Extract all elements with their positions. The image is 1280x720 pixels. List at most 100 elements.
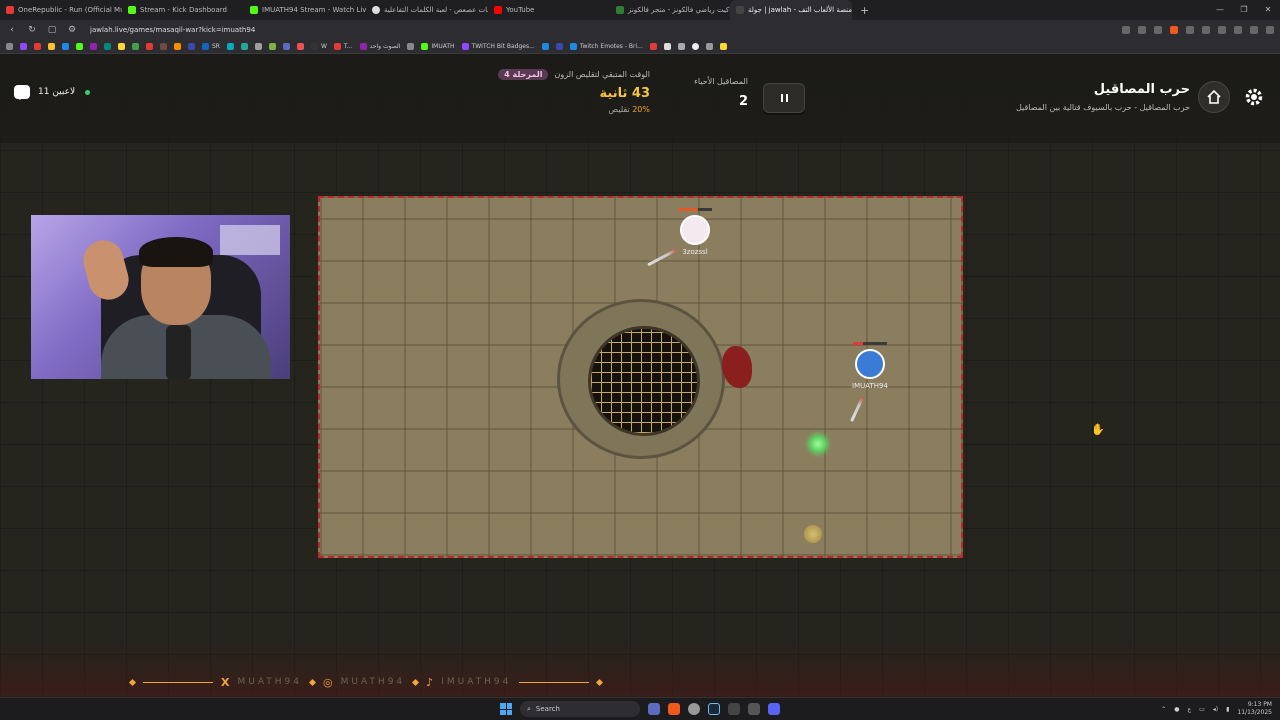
settings-button[interactable] — [1238, 81, 1270, 113]
bookmark-icon[interactable] — [90, 43, 97, 50]
shrink-info: 20% تقليص — [470, 105, 650, 114]
mic-tray-icon[interactable]: ● — [1174, 706, 1179, 713]
menu-icon[interactable] — [1266, 26, 1274, 34]
bookmark-icon[interactable] — [282, 43, 290, 50]
taskview-icon[interactable] — [648, 703, 660, 715]
reload-icon[interactable]: ↻ — [26, 25, 38, 35]
steam-app-icon[interactable] — [708, 703, 720, 715]
bookmark-icon[interactable] — [719, 43, 727, 50]
bookmark-icon[interactable] — [20, 43, 27, 50]
bookmark-icon[interactable] — [76, 43, 83, 50]
browser-tab[interactable]: كلمات عصعص - لعبة الكلمات التفاعلية — [366, 0, 488, 20]
bookmark-item[interactable]: IMUATH — [421, 43, 455, 50]
maximize-icon[interactable]: ❐ — [1232, 0, 1256, 20]
bookmark-icon[interactable] — [240, 43, 248, 50]
discord-app-icon[interactable] — [768, 703, 780, 715]
chevron-up-icon[interactable]: ⌃ — [1161, 706, 1166, 713]
bookmark-icon[interactable] — [555, 43, 563, 50]
stage-badge: المرحلة 4 — [498, 69, 549, 80]
bookmark-item[interactable]: Twitch Emotes - Bri... — [569, 43, 643, 50]
minimize-icon[interactable]: — — [1208, 0, 1232, 20]
browser-tab[interactable]: جاكيت رياضي فالكونز - متجر فالكونز — [610, 0, 730, 20]
browser-tab[interactable]: IMUATH94 Stream - Watch Live on — [244, 0, 366, 20]
bookmark-item[interactable]: SR — [202, 43, 220, 50]
bookmark-icon[interactable] — [104, 43, 111, 50]
bookmarks-bar: SR W T... الصوت واحد IMUATH TWITCH Bit B… — [0, 40, 1280, 54]
bookmark-icon — [421, 43, 429, 50]
taskbar-search[interactable]: ⌕ Search — [520, 701, 640, 717]
bookmark-icon[interactable] — [691, 43, 699, 50]
pause-button[interactable] — [763, 83, 805, 113]
bookmark-item[interactable]: T... — [333, 43, 353, 50]
close-window-icon[interactable]: ✕ — [1256, 0, 1280, 20]
battery-icon[interactable]: ▮ — [1226, 706, 1229, 713]
bookmark-icon[interactable] — [705, 43, 713, 50]
zoom-icon[interactable] — [1122, 26, 1130, 34]
bookmark-item[interactable]: TWITCH Bit Badges... — [461, 43, 535, 50]
alive-count: 2 — [738, 94, 748, 109]
bookmark-star-icon[interactable] — [1154, 26, 1162, 34]
extension-icon[interactable] — [1202, 26, 1210, 34]
app-icon[interactable] — [728, 703, 740, 715]
network-icon[interactable]: ▭ — [1199, 706, 1205, 713]
bookmark-icon[interactable] — [541, 43, 549, 50]
browser-tab[interactable]: Stream - Kick Dashboard — [122, 0, 244, 20]
site-info-icon[interactable]: ⚙ — [66, 25, 78, 35]
bookmark-icon[interactable] — [34, 43, 41, 50]
tiktok-icon: ♪ — [426, 675, 434, 689]
bookmark-icon[interactable] — [146, 43, 153, 50]
bookmark-icon[interactable] — [268, 43, 276, 50]
extension-icon[interactable] — [1186, 26, 1194, 34]
player-3zozssl: 3zozssl — [675, 208, 715, 256]
bookmark-icon[interactable] — [174, 43, 181, 50]
bookmark-icon[interactable] — [48, 43, 55, 50]
players-online-indicator[interactable]: 11 لاعبين — [14, 85, 91, 100]
bookmark-icon[interactable] — [677, 43, 685, 50]
sidebar-icon[interactable] — [1234, 26, 1242, 34]
bookmark-icon — [461, 43, 469, 50]
bookmark-icon[interactable] — [118, 43, 125, 50]
browser-tab[interactable]: YouTube — [488, 0, 610, 20]
search-icon: ⌕ — [527, 704, 531, 713]
bookmark-icon[interactable] — [132, 43, 139, 50]
coin-orb — [804, 525, 822, 543]
home-button[interactable] — [1198, 81, 1230, 113]
bookmark-icon[interactable] — [160, 43, 167, 50]
new-tab-button[interactable]: + — [852, 4, 877, 17]
bookmark-icon[interactable] — [226, 43, 234, 50]
windows-start-icon[interactable] — [500, 703, 512, 715]
browser-tab-active[interactable]: جولة | jawlah - منصة الألعاب التف✕ — [730, 0, 852, 20]
wallet-icon[interactable] — [1250, 26, 1258, 34]
chrome-app-icon[interactable] — [688, 703, 700, 715]
sword-icon — [850, 397, 864, 422]
bookmark-icon[interactable] — [663, 43, 671, 50]
share-icon[interactable] — [1138, 26, 1146, 34]
bookmark-icon[interactable] — [62, 43, 69, 50]
app-icon[interactable] — [748, 703, 760, 715]
bookmark-icon[interactable] — [649, 43, 657, 50]
extension-icon[interactable] — [1218, 26, 1226, 34]
tab-favicon-icon — [6, 6, 14, 14]
bookmark-page-icon[interactable]: ▢ — [46, 25, 58, 35]
url-field[interactable]: jawlah.live/games/masaqil-war?kick=imuat… — [86, 26, 1114, 34]
taskbar: ⌕ Search ⌃ ● ع ▭ ◂) ▮ 9:13 PM 11/13/2025 — [0, 697, 1280, 720]
handle-x: MUATH94 — [237, 677, 303, 687]
volume-icon[interactable]: ◂) — [1213, 706, 1218, 713]
bookmark-icon[interactable] — [407, 43, 415, 50]
browser-tab[interactable]: OneRepublic - Run (Official Music — [0, 0, 122, 20]
bookmark-icon[interactable] — [296, 43, 304, 50]
bookmark-item[interactable]: W — [310, 43, 327, 50]
bookmark-item[interactable]: الصوت واحد — [359, 43, 400, 50]
health-bar — [853, 342, 887, 345]
game-arena[interactable]: 3zozssl IMUATH94 — [318, 196, 963, 558]
brave-shield-icon[interactable] — [1170, 26, 1178, 34]
back-icon[interactable]: ‹ — [6, 25, 18, 35]
blood-splatter — [722, 346, 752, 388]
brave-app-icon[interactable] — [668, 703, 680, 715]
bookmark-icon[interactable] — [254, 43, 262, 50]
bookmark-icon[interactable] — [188, 43, 195, 50]
language-indicator[interactable]: ع — [1187, 706, 1191, 713]
chat-icon[interactable] — [14, 85, 30, 100]
clock[interactable]: 9:13 PM 11/13/2025 — [1237, 701, 1272, 717]
apps-grid-icon[interactable] — [6, 43, 13, 50]
